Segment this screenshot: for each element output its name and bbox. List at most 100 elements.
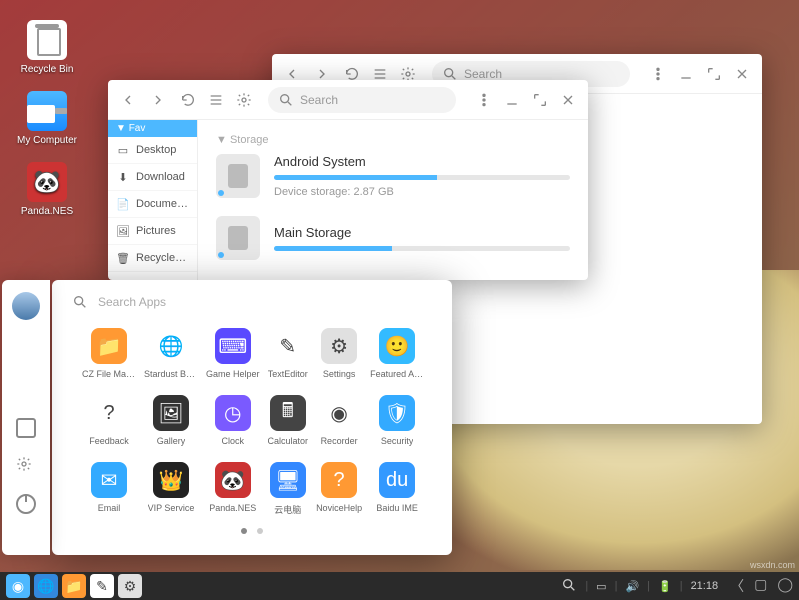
app-label: Settings: [323, 369, 356, 379]
forward-button[interactable]: [146, 88, 170, 112]
desktop-icons-area: Recycle Bin My Computer Panda.NES: [12, 20, 82, 217]
app-baidu-ime[interactable]: duBaidu IME: [370, 462, 424, 516]
minimize-button[interactable]: [500, 88, 524, 112]
gear-icon[interactable]: [16, 456, 36, 476]
close-button[interactable]: [556, 88, 580, 112]
maximize-button[interactable]: [702, 62, 726, 86]
search-tray-icon[interactable]: [561, 577, 577, 596]
download-icon: ⬇: [116, 170, 130, 184]
desktop-icon-label: Panda.NES: [21, 206, 73, 217]
taskbar: ◉ 🌐📁✎⚙ | ▭ | 🔊 | 🔋 | 21:18 〈 ▢ ◯: [0, 572, 799, 600]
app-label: Recorder: [321, 436, 358, 446]
storage-item-main[interactable]: Main Storage: [216, 216, 570, 260]
launcher-sidebar: [2, 280, 50, 555]
app-icon: ?: [91, 395, 127, 431]
document-icon: 📄: [116, 197, 130, 211]
app-icon: ⌨: [215, 328, 251, 364]
start-button[interactable]: ◉: [6, 574, 30, 598]
sidebar: ▼ Fav ▭Desktop ⬇Download 📄Docume… 🖼Pictu…: [108, 120, 198, 280]
app-label: Email: [98, 503, 121, 513]
app-icon: 🛡: [379, 395, 415, 431]
app-featured-app[interactable]: 🙂Featured App: [370, 328, 424, 379]
minimize-button[interactable]: [674, 62, 698, 86]
desktop-icon-my-computer[interactable]: My Computer: [12, 91, 82, 146]
app-icon: 🌐: [153, 328, 189, 364]
app-label: Clock: [222, 436, 245, 446]
storage-info: Android System Device storage: 2.87 GB: [274, 154, 570, 198]
desktop-icon: ▭: [116, 143, 130, 157]
more-button[interactable]: [646, 62, 670, 86]
app-icon: du: [379, 462, 415, 498]
desktop-icon-recycle-bin[interactable]: Recycle Bin: [12, 20, 82, 75]
page-dot-2[interactable]: [257, 528, 263, 534]
storage-item-android[interactable]: Android System Device storage: 2.87 GB: [216, 154, 570, 198]
app-panda-nes[interactable]: 🐼Panda.NES: [206, 462, 260, 516]
search-icon: [278, 92, 294, 108]
battery-icon[interactable]: 🔋: [658, 580, 672, 593]
sidebar-item-desktop[interactable]: ▭Desktop: [108, 137, 197, 164]
recycle-icon: 🗑: [116, 251, 130, 265]
power-icon[interactable]: [16, 494, 36, 514]
maximize-button[interactable]: [528, 88, 552, 112]
section-header-storage: ▼ Storage: [216, 134, 570, 146]
app-stardust-br-[interactable]: 🌐 Stardust Br…: [144, 328, 198, 379]
multitask-icon[interactable]: [16, 418, 36, 438]
app--[interactable]: 🖥云电脑: [268, 462, 309, 516]
volume-icon[interactable]: 🔊: [625, 580, 639, 593]
sidebar-item-download[interactable]: ⬇Download: [108, 164, 197, 191]
nav-back-button[interactable]: 〈: [730, 576, 744, 596]
app-label: Feedback: [89, 436, 129, 446]
app-label: Security: [381, 436, 414, 446]
launcher-search[interactable]: Search Apps: [52, 280, 452, 324]
storage-progress: [274, 175, 570, 180]
app-icon: 🐼: [215, 462, 251, 498]
app-feedback[interactable]: ? Feedback: [82, 395, 136, 446]
sidebar-item-documents[interactable]: 📄Docume…: [108, 191, 197, 218]
app-security[interactable]: 🛡 Security: [370, 395, 424, 446]
app-icon: 🖥: [270, 462, 306, 498]
app-novicehelp[interactable]: ?NoviceHelp: [316, 462, 362, 516]
app-icon: ◷: [215, 395, 251, 431]
refresh-button[interactable]: [176, 88, 200, 112]
desktop-icon-panda-nes[interactable]: Panda.NES: [12, 162, 82, 217]
nav-recent-button[interactable]: ◯: [777, 576, 793, 596]
app-recorder[interactable]: ◉Recorder: [316, 395, 362, 446]
app-label: Featured App: [370, 369, 424, 379]
sidebar-item-recycle[interactable]: 🗑Recycle…: [108, 245, 197, 272]
app-icon: ⚙: [321, 328, 357, 364]
app-label: TextEditor: [268, 369, 308, 379]
app-grid: 📁CZ File Man… 🌐 Stardust Br… ⌨Game Helper✎T…: [52, 324, 452, 520]
back-button[interactable]: [116, 88, 140, 112]
nav-home-button[interactable]: ▢: [754, 576, 767, 596]
app-label: Stardust Br…: [144, 369, 198, 379]
sidebar-item-pictures[interactable]: 🖼Pictures: [108, 218, 197, 245]
app-email[interactable]: ✉Email: [82, 462, 136, 516]
user-avatar[interactable]: [12, 292, 40, 320]
taskbar-app-settings[interactable]: ⚙: [118, 574, 142, 598]
recycle-bin-icon: [27, 20, 67, 60]
settings-button[interactable]: [232, 88, 256, 112]
menu-button[interactable]: [206, 88, 226, 112]
app-texteditor[interactable]: ✎TextEditor: [268, 328, 309, 379]
search-placeholder: Search: [300, 93, 338, 107]
clock[interactable]: 21:18: [691, 580, 719, 592]
app-vip-service[interactable]: 👑VIP Service: [144, 462, 198, 516]
taskbar-app-browser[interactable]: 🌐: [34, 574, 58, 598]
pictures-icon: 🖼: [116, 224, 130, 238]
app-calculator[interactable]: 🖩Calculator: [268, 395, 309, 446]
close-button[interactable]: [730, 62, 754, 86]
taskbar-app-file-manager[interactable]: 📁: [62, 574, 86, 598]
app-game-helper[interactable]: ⌨Game Helper: [206, 328, 260, 379]
app-settings[interactable]: ⚙ Settings: [316, 328, 362, 379]
app-cz-file-man-[interactable]: 📁CZ File Man…: [82, 328, 136, 379]
sidebar-header-fav[interactable]: ▼ Fav: [108, 120, 197, 137]
search-placeholder: Search: [464, 67, 502, 81]
taskbar-app-text-editor[interactable]: ✎: [90, 574, 114, 598]
app-clock[interactable]: ◷ Clock: [206, 395, 260, 446]
search-box[interactable]: Search: [268, 87, 456, 113]
page-dot-1[interactable]: [241, 528, 247, 534]
file-manager-window-front[interactable]: Search ▼ Fav ▭Desktop ⬇Download 📄Docume……: [108, 80, 588, 280]
more-button[interactable]: [472, 88, 496, 112]
notification-icon[interactable]: ▭: [596, 580, 606, 593]
app-gallery[interactable]: 🖼Gallery: [144, 395, 198, 446]
